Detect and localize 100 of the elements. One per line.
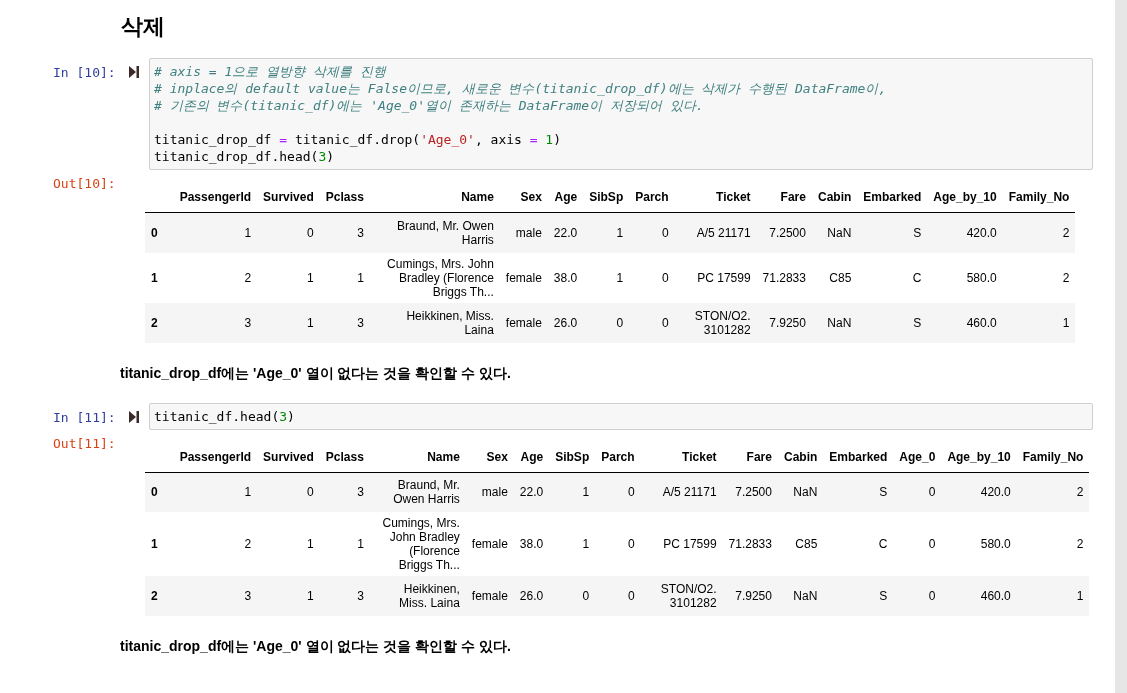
markdown-text: titanic_drop_df에는 'Age_0' 열이 없다는 것을 확인할 수 있다. — [120, 364, 512, 383]
table-cell: 3 — [319, 302, 370, 343]
column-header: Survived — [257, 443, 320, 472]
table-cell: 0 — [893, 472, 942, 512]
table-cell: Cumings, Mrs. John Bradley (Florence Briggs Th... — [369, 512, 466, 576]
table-cell: 0 — [583, 302, 630, 343]
table-cell: 1 — [583, 212, 630, 253]
run-icon[interactable] — [129, 410, 139, 423]
table-cell: 1 — [257, 576, 320, 616]
table-cell: 0 — [257, 472, 320, 512]
markdown-text: titanic_drop_df에는 'Age_0' 열이 없다는 것을 확인할 수 있다. — [120, 638, 512, 656]
table-cell: NaN — [811, 212, 858, 253]
column-header: Age_0 — [893, 443, 942, 472]
column-header: Pclass — [319, 443, 370, 472]
table-cell: 38.0 — [513, 512, 550, 576]
table-cell: S — [857, 302, 928, 343]
table-cell: 3 — [319, 212, 370, 253]
table-cell: 420.0 — [927, 212, 1003, 253]
table-cell: 38.0 — [547, 252, 584, 303]
table-cell: 71.2833 — [722, 512, 778, 576]
table-cell: 2 — [1016, 512, 1090, 576]
row-index: 2 — [145, 576, 174, 616]
column-header: Fare — [722, 443, 778, 472]
column-header: Sex — [499, 184, 548, 213]
column-header: Fare — [756, 184, 812, 213]
column-header: Age_by_10 — [927, 184, 1003, 213]
output-prompt: Out[10]: — [53, 176, 117, 191]
table-cell: 0 — [549, 576, 596, 616]
table-cell: 22.0 — [513, 472, 550, 512]
table-cell: Heikkinen, Miss. Laina — [369, 576, 466, 616]
column-header: Family_No — [1016, 443, 1090, 472]
table-cell: NaN — [811, 302, 858, 343]
column-header: PassengerId — [173, 443, 258, 472]
code-input[interactable]: titanic_df.head(3) — [149, 402, 1093, 430]
code-line: titanic_df.head(3) — [154, 407, 296, 425]
table-cell: 2 — [173, 252, 258, 303]
table-cell: S — [823, 576, 894, 616]
table-cell: 460.0 — [941, 576, 1017, 616]
table-cell: C85 — [777, 512, 824, 576]
table-cell: 2 — [173, 512, 258, 576]
run-icon[interactable] — [129, 66, 139, 78]
table-cell: 1 — [173, 212, 258, 253]
table-cell: 3 — [173, 302, 258, 343]
table-cell: S — [823, 472, 894, 512]
table-cell: C — [857, 252, 928, 303]
column-header: Ticket — [674, 184, 757, 213]
table-cell: 3 — [173, 576, 258, 616]
table-cell: 460.0 — [927, 302, 1003, 343]
table-cell: 1 — [257, 302, 320, 343]
table-cell: 26.0 — [547, 302, 584, 343]
column-header: Sex — [465, 443, 514, 472]
table-cell: 7.9250 — [722, 576, 778, 616]
table-cell: PC 17599 — [674, 252, 757, 303]
table-cell: 0 — [595, 472, 641, 512]
table-cell: 2 — [1002, 252, 1076, 303]
table-cell: 0 — [893, 576, 942, 616]
column-header: Cabin — [811, 184, 858, 213]
row-index: 1 — [145, 512, 174, 576]
column-header: Age — [513, 443, 550, 472]
table-cell: PC 17599 — [640, 512, 723, 576]
table-cell: 22.0 — [547, 212, 584, 253]
input-prompt: In [10]: — [53, 64, 117, 80]
table-cell: 0 — [629, 302, 675, 343]
table-cell: STON/O2. 3101282 — [674, 302, 757, 343]
table-cell: STON/O2. 3101282 — [640, 576, 723, 616]
table-cell: 7.9250 — [756, 302, 812, 343]
table-cell: 0 — [629, 212, 675, 253]
table-cell: 0 — [595, 512, 641, 576]
table-cell: Cumings, Mrs. John Bradley (Florence Briggs Th... — [369, 252, 500, 303]
table-cell: 71.2833 — [756, 252, 812, 303]
column-header: Family_No — [1002, 184, 1076, 213]
table-cell: 580.0 — [927, 252, 1003, 303]
output-prompt: Out[11]: — [53, 435, 117, 451]
table-cell: NaN — [777, 472, 824, 512]
code-line: # axis = 1으로 열방향 삭제를 진행 — [154, 63, 388, 80]
table-cell: 7.2500 — [722, 472, 778, 512]
table-cell: S — [857, 212, 928, 253]
column-header: Cabin — [777, 443, 824, 472]
column-header: PassengerId — [173, 184, 258, 213]
table-cell: NaN — [777, 576, 824, 616]
table-cell: 3 — [319, 472, 370, 512]
row-index: 1 — [145, 252, 174, 303]
row-index: 0 — [145, 472, 174, 512]
table-cell: C85 — [811, 252, 858, 303]
input-prompt: In [11]: — [53, 408, 117, 425]
table-cell: 0 — [595, 576, 641, 616]
column-header: Parch — [595, 443, 641, 472]
table-cell: 1 — [583, 252, 630, 303]
column-header: SibSp — [549, 443, 596, 472]
code-line: titanic_drop_df = titanic_df.drop('Age_0', axis = 1) — [154, 131, 563, 148]
table-cell: 1 — [257, 252, 320, 303]
table-cell: 1 — [319, 252, 370, 303]
table-cell: 1 — [173, 472, 258, 512]
table-cell: A/5 21171 — [640, 472, 723, 512]
section-heading: 삭제 — [121, 13, 166, 41]
table-cell: female — [499, 252, 548, 303]
table-cell: 1 — [1002, 302, 1076, 343]
table-cell: Braund, Mr. Owen Harris — [369, 472, 466, 512]
code-input[interactable] — [149, 58, 1093, 170]
column-header: Embarked — [823, 443, 894, 472]
